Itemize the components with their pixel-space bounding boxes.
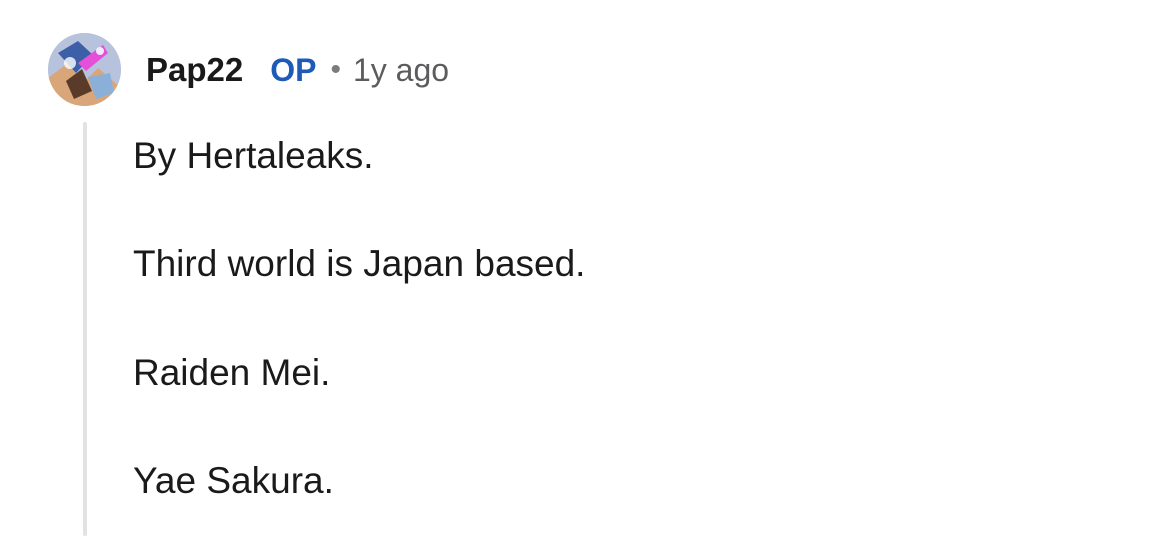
comment-paragraph: By Hertaleaks. <box>133 135 374 176</box>
meta-separator: • <box>330 53 341 86</box>
op-badge: OP <box>270 51 317 88</box>
comment-timestamp[interactable]: 1y ago <box>353 52 449 89</box>
thread-collapse-line[interactable] <box>83 122 87 536</box>
avatar-artwork-icon <box>48 33 121 106</box>
user-avatar[interactable] <box>48 33 121 106</box>
comment-paragraph: Raiden Mei. <box>133 352 331 393</box>
comment-paragraph: Third world is Japan based. <box>133 243 586 284</box>
comment-paragraph: Yae Sakura. <box>133 460 334 501</box>
comment: Pap22 OP • 1y ago By Hertaleaks. Third w… <box>0 0 1170 536</box>
username-link[interactable]: Pap22 <box>146 51 243 89</box>
comment-meta: Pap22 OP • 1y ago <box>146 48 449 92</box>
